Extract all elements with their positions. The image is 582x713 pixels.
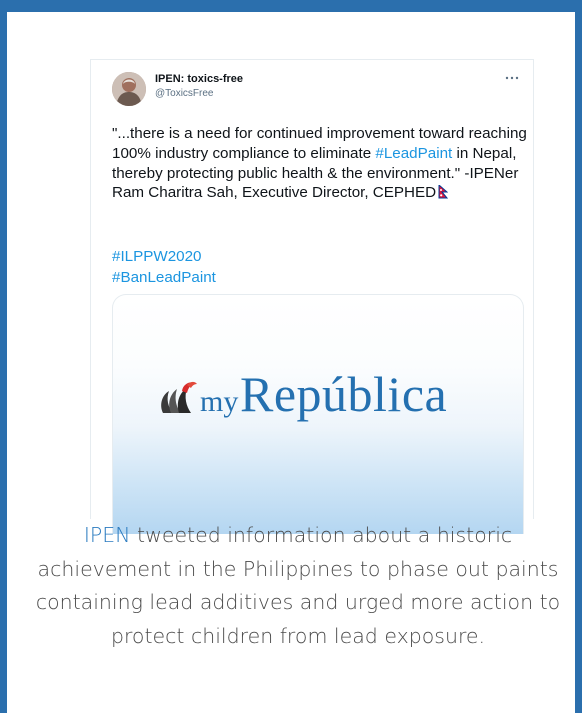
hashtag-link-ilppw2020[interactable]: #ILPPW2020	[112, 247, 216, 268]
republica-logo-mark	[161, 381, 197, 413]
author-name[interactable]: IPEN: toxics-free	[155, 73, 243, 85]
content-frame: IPEN: toxics-free @ToxicsFree "...there …	[0, 0, 582, 713]
hashtag-link-leadpaint[interactable]: #LeadPaint	[375, 145, 452, 162]
nepal-flag-icon	[438, 185, 449, 199]
republica-logo: my República	[157, 366, 477, 441]
hashtag-list: #ILPPW2020 #BanLeadPaint	[112, 247, 216, 288]
avatar[interactable]	[112, 72, 146, 106]
tweet-text: "...there is a need for continued improv…	[112, 124, 530, 203]
author-handle[interactable]: @ToxicsFree	[155, 88, 214, 99]
avatar-image	[112, 72, 146, 106]
more-icon[interactable]	[505, 74, 519, 82]
hashtag-link-banleadpaint[interactable]: #BanLeadPaint	[112, 268, 216, 289]
caption-ipen-link[interactable]: IPEN	[84, 523, 131, 547]
image-caption: IPEN tweeted information about a histori…	[27, 519, 569, 653]
brand-prefix: my	[200, 385, 239, 418]
link-preview-card[interactable]: my República	[112, 294, 524, 534]
embedded-tweet[interactable]: IPEN: toxics-free @ToxicsFree "...there …	[90, 59, 534, 534]
brand-name: República	[240, 366, 448, 422]
